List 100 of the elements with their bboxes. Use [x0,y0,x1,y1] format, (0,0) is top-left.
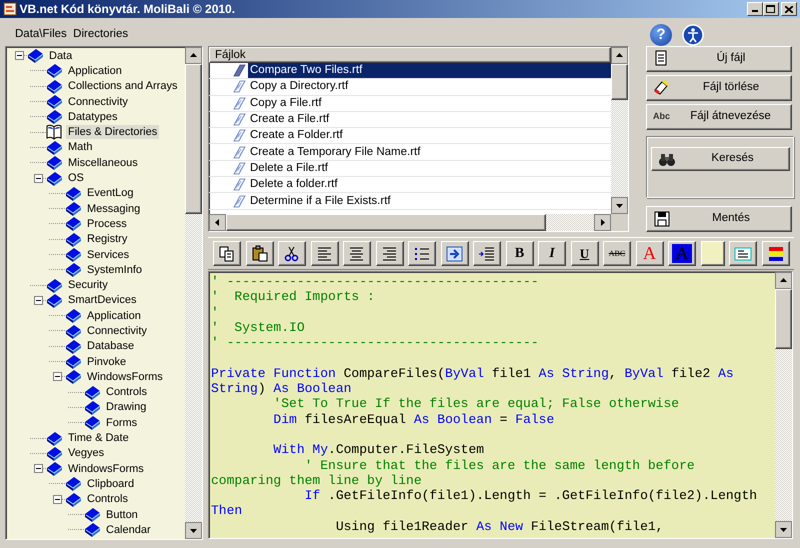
open-book-icon [46,124,63,141]
file-item[interactable]: Copy a Directory.rtf [248,79,350,94]
book-icon [65,368,82,386]
tree-item[interactable]: OS [66,171,86,186]
code-line: Using file1Reader As New FileStream(file1, [334,518,664,534]
rename-file-button[interactable]: Abc Fájl átnevezése [646,104,792,130]
file-item[interactable]: Compare Two Files.rtf [248,63,611,78]
file-item[interactable]: Copy a File.rtf [248,96,324,111]
align-center-button[interactable] [343,241,371,266]
highlight-color-button[interactable] [700,241,724,266]
close-button[interactable] [781,2,798,16]
tree-item[interactable]: EventLog [85,186,136,200]
scrollbar-thumb[interactable] [775,289,792,349]
file-item[interactable]: Create a Temporary File Name.rtf [248,144,422,160]
scroll-right-icon[interactable] [594,214,611,231]
collapse-icon[interactable] [34,174,43,183]
code-line: Dim filesAreEqual As Boolean = False [272,412,556,427]
book-icon [46,292,63,309]
scroll-down-icon[interactable] [185,522,202,539]
file-item[interactable]: Create a Folder.rtf [248,128,345,144]
tree-item[interactable]: Datatypes [66,110,120,124]
document-icon [233,177,246,192]
scroll-down-icon[interactable] [775,521,792,538]
collapse-icon[interactable] [53,372,62,382]
tree-item[interactable]: Database [85,339,136,354]
strikethrough-button[interactable]: ABC [603,241,631,266]
italic-button[interactable]: I [538,241,566,266]
tree-item[interactable]: SystemInfo [85,262,144,277]
tree-item[interactable]: Files & Directories [66,125,160,140]
tree-item[interactable]: SmartDevices [66,293,138,308]
align-right-button[interactable] [376,241,404,266]
tree-item[interactable]: Connectivity [85,324,149,338]
collapse-icon[interactable] [34,296,43,305]
delete-file-button[interactable]: Fájl törlése [646,75,792,101]
search-button[interactable]: Keresés [651,147,790,171]
tree-item[interactable]: Messaging [85,202,142,216]
minimize-button[interactable] [746,2,762,16]
collapse-icon[interactable] [34,464,43,474]
collapse-icon[interactable] [15,51,24,60]
tree-item[interactable]: WindowsForms [85,370,165,384]
indent-button[interactable] [473,241,501,266]
scroll-up-icon[interactable] [775,272,792,289]
tree-item[interactable]: Services [85,248,132,262]
scrollbar-thumb[interactable] [185,64,202,214]
scroll-down-icon[interactable] [611,197,628,214]
column-header[interactable]: Fájlok [209,47,611,63]
color-bars-button[interactable] [762,241,790,266]
tree-item[interactable]: Miscellaneous [66,156,140,170]
new-file-button[interactable]: Új fájl [646,46,792,72]
tree-item[interactable]: Controls [85,492,130,506]
book-icon [84,521,101,538]
window-title: VB.net Kód könyvtár. MoliBali © 2010. [20,1,236,18]
tree-item[interactable]: Calendar [104,522,153,537]
bullet-list-button[interactable] [408,241,436,266]
scroll-left-icon[interactable] [209,214,226,231]
tree-item[interactable]: Connectivity [66,94,130,109]
copy-button[interactable] [213,241,241,266]
maximize-button[interactable] [762,2,778,16]
tree-item[interactable]: Vegyes [66,446,106,460]
scrollbar-thumb[interactable] [611,64,628,100]
tree-item[interactable]: Process [85,216,129,231]
tree-item[interactable]: Registry [85,232,130,246]
file-item[interactable]: Determine if a File Exists.rtf [248,194,393,209]
tree-item[interactable]: Data [47,48,74,63]
tree-item[interactable]: Security [66,278,110,292]
app-icon [2,2,17,16]
save-button[interactable]: Mentés [646,206,792,232]
file-item[interactable]: Delete a folder.rtf [248,177,340,192]
scroll-up-icon[interactable] [611,47,628,64]
tree-item[interactable]: Collections and Arrays [66,79,180,94]
arrow-right-button[interactable] [440,241,468,266]
scissors-button[interactable] [278,241,306,266]
tree-item[interactable]: WindowsForms [66,462,146,476]
accessibility-icon[interactable] [682,24,704,46]
bold-button[interactable]: B [506,241,534,266]
underline-button[interactable]: U [570,241,598,266]
tree-item[interactable]: Application [66,64,124,78]
code-line: ' [211,304,220,320]
collapse-icon[interactable] [53,494,62,504]
paste-button[interactable] [246,241,274,266]
tree-item[interactable]: Math [66,140,94,154]
file-item[interactable]: Create a File.rtf [248,112,332,128]
help-icon[interactable]: ? [650,24,672,46]
scrollbar-thumb[interactable] [226,214,546,231]
tree-item[interactable]: Time & Date [66,431,131,446]
tree-item[interactable]: Controls [104,385,149,400]
tree-item[interactable]: Button [104,508,140,522]
document-icon [233,128,246,144]
tree-item[interactable]: Pinvoke [85,354,128,369]
tree-item[interactable]: Drawing [104,400,148,414]
scroll-up-icon[interactable] [185,47,202,64]
tree-item[interactable]: Forms [104,416,140,430]
file-item[interactable]: Delete a File.rtf [248,160,330,176]
book-icon [65,490,82,508]
book-icon [65,475,82,492]
tree-item[interactable]: Clipboard [85,476,136,491]
text-box-button[interactable] [729,241,757,266]
align-left-button[interactable] [310,241,338,266]
align-left-icon [316,244,334,262]
tree-item[interactable]: Application [85,308,143,323]
